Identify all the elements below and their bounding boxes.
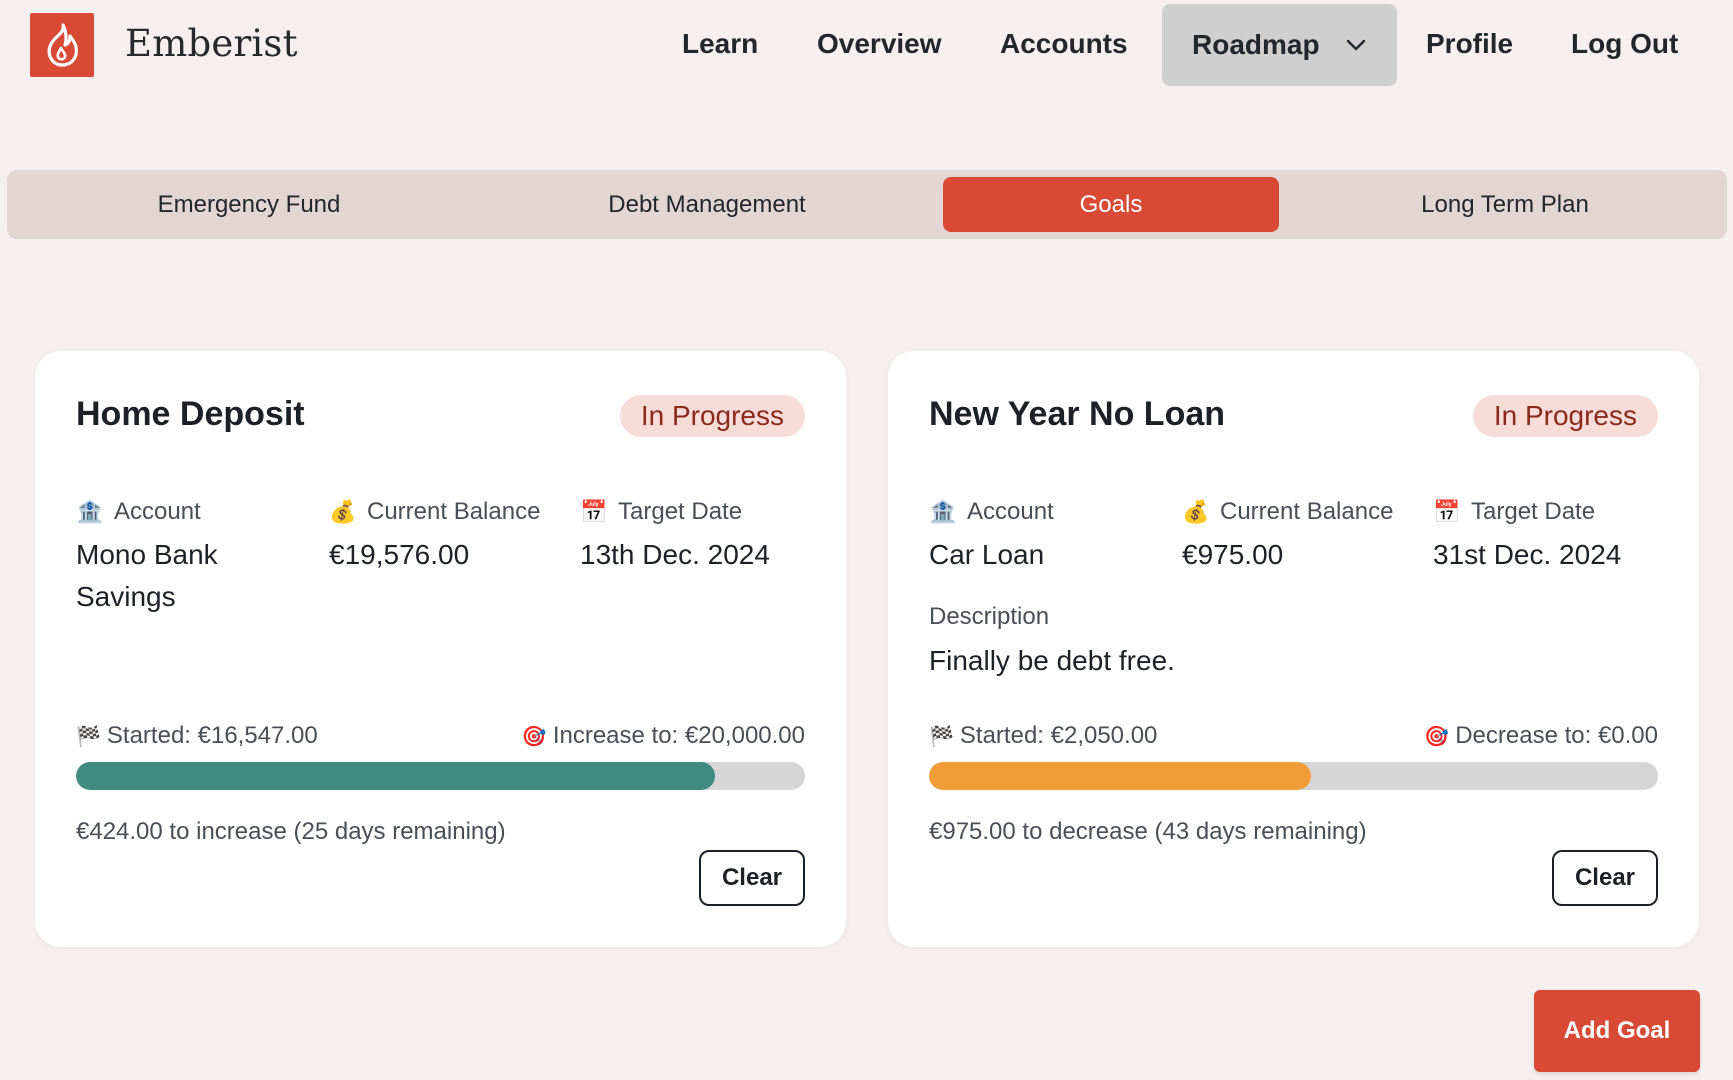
goal-title: New Year No Loan (929, 395, 1226, 433)
date-label: Target Date (618, 498, 743, 525)
nav-logout[interactable]: Log Out (1571, 28, 1678, 60)
description-label: Description (929, 603, 1050, 630)
account-label: Account (114, 498, 201, 525)
progress-labels: 🏁 Started: €2,050.00 🎯 Decrease to: €0.00 (929, 722, 1658, 750)
balance-value: €19,576.00 (329, 539, 470, 570)
balance-label: Current Balance (1220, 498, 1394, 525)
account-field: 🏦 Account Mono Bank Savings (76, 498, 306, 618)
nav-profile[interactable]: Profile (1426, 28, 1513, 60)
checkered-flag-icon: 🏁 (929, 725, 954, 748)
account-field: 🏦 Account Car Loan (929, 498, 1159, 576)
balance-label: Current Balance (367, 498, 541, 525)
bank-icon: 🏦 (76, 499, 104, 524)
calendar-icon: 📅 (580, 499, 608, 524)
money-bag-icon: 💰 (329, 499, 357, 524)
target-date-field: 📅 Target Date 31st Dec. 2024 (1433, 498, 1663, 576)
flame-logo-icon[interactable] (30, 13, 94, 77)
account-value: Mono Bank Savings (76, 539, 218, 612)
money-bag-icon: 💰 (1182, 499, 1210, 524)
status-badge: In Progress (619, 395, 805, 437)
target-icon: 🎯 (1424, 725, 1450, 748)
remaining-text: €975.00 to decrease (43 days remaining) (929, 818, 1367, 845)
progress-bar (929, 762, 1658, 790)
date-value: 31st Dec. 2024 (1433, 539, 1622, 570)
brand-name[interactable]: Emberist (125, 22, 298, 65)
status-badge: In Progress (1472, 395, 1658, 437)
progress-bar (76, 762, 805, 790)
account-value: Car Loan (929, 539, 1045, 570)
tab-goals[interactable]: Goals (943, 177, 1279, 232)
date-value: 13th Dec. 2024 (580, 539, 770, 570)
started-amount: Started: €16,547.00 (106, 722, 318, 749)
target-date-field: 📅 Target Date 13th Dec. 2024 (580, 498, 810, 576)
nav-roadmap-dropdown[interactable]: Roadmap (1162, 4, 1397, 86)
checkered-flag-icon: 🏁 (76, 725, 101, 748)
progress-bar-fill (76, 762, 716, 790)
nav-learn[interactable]: Learn (682, 28, 758, 60)
clear-button[interactable]: Clear (1552, 850, 1658, 906)
balance-field: 💰 Current Balance €19,576.00 (329, 498, 569, 576)
target-amount: Decrease to: €0.00 (1455, 722, 1658, 749)
started-amount: Started: €2,050.00 (959, 722, 1158, 749)
top-nav-bar: Emberist Learn Overview Accounts Roadmap… (0, 0, 1733, 92)
date-label: Target Date (1471, 498, 1596, 525)
nav-overview[interactable]: Overview (817, 28, 942, 60)
goal-title: Home Deposit (76, 395, 305, 433)
balance-field: 💰 Current Balance €975.00 (1182, 498, 1422, 576)
remaining-text: €424.00 to increase (25 days remaining) (76, 818, 506, 845)
goal-card-home-deposit: Home Deposit In Progress 🏦 Account Mono B… (35, 351, 846, 947)
chevron-down-icon (1346, 39, 1366, 51)
tab-long-term-plan[interactable]: Long Term Plan (1290, 177, 1720, 232)
progress-labels: 🏁 Started: €16,547.00 🎯 Increase to: €20,0… (76, 722, 805, 750)
clear-button[interactable]: Clear (699, 850, 805, 906)
account-label: Account (967, 498, 1054, 525)
nav-accounts[interactable]: Accounts (1000, 28, 1128, 60)
nav-roadmap-label: Roadmap (1192, 29, 1320, 60)
target-amount: Increase to: €20,000.00 (552, 722, 805, 749)
tab-emergency-fund[interactable]: Emergency Fund (27, 177, 471, 232)
roadmap-tab-bar: Emergency Fund Debt Management Goals Lon… (7, 170, 1727, 239)
add-goal-button[interactable]: Add Goal (1534, 990, 1700, 1072)
balance-value: €975.00 (1182, 539, 1284, 570)
bank-icon: 🏦 (929, 499, 957, 524)
progress-bar-fill (929, 762, 1311, 790)
description-value: Finally be debt free. (929, 645, 1175, 676)
target-icon: 🎯 (521, 725, 547, 748)
goal-card-new-year-no-loan: New Year No Loan In Progress 🏦 Account Ca… (888, 351, 1699, 947)
tab-debt-management[interactable]: Debt Management (482, 177, 932, 232)
calendar-icon: 📅 (1433, 499, 1461, 524)
